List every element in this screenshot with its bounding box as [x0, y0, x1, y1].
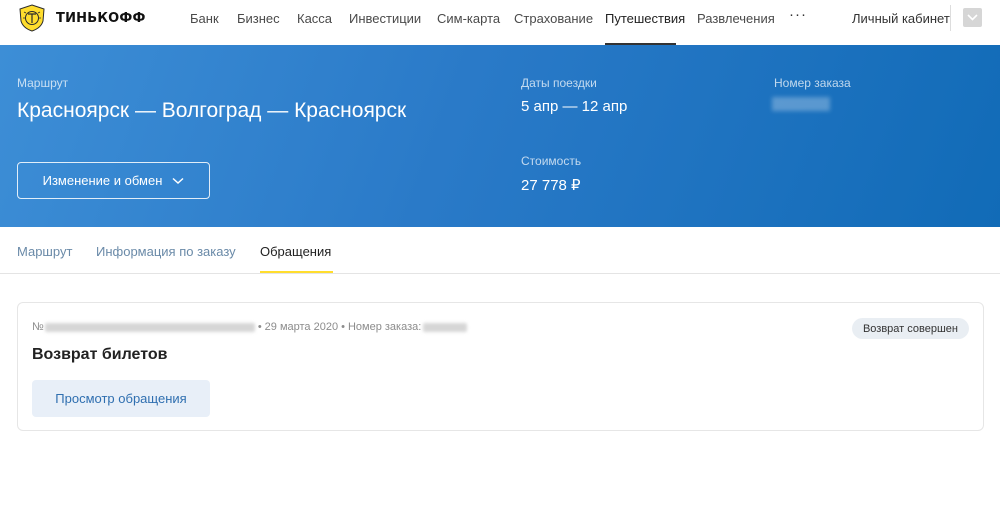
chevron-down-icon — [172, 177, 184, 184]
request-title: Возврат билетов — [32, 346, 168, 363]
cost-label: Стоимость — [521, 154, 582, 168]
logo-wordmark: ТИНЬКОФФ — [56, 10, 146, 26]
nav-item-bank[interactable]: Банк — [190, 11, 219, 26]
order-number-redacted — [772, 97, 830, 111]
trip-dates-label: Даты поездки — [521, 76, 597, 90]
tab-active-indicator — [260, 271, 333, 273]
request-date: 29 марта 2020 — [264, 321, 339, 333]
meta-separator: • — [341, 321, 345, 333]
request-number-redacted — [44, 322, 255, 332]
order-number-prefix: Номер заказа: — [347, 321, 422, 333]
status-badge: Возврат совершен — [851, 318, 969, 339]
nav-item-sim-card[interactable]: Сим-карта — [437, 11, 500, 26]
meta-separator: • — [257, 321, 262, 333]
chevron-down-icon — [967, 14, 978, 21]
cost-value: 27 778 ₽ — [521, 177, 581, 194]
request-card: № • 29 марта 2020 • Номер заказа: Возвра… — [17, 302, 984, 431]
nav-item-entertainment[interactable]: Развлечения — [697, 11, 775, 26]
top-navigation: ТИНЬКОФФ Банк Бизнес Касса Инвестиции Си… — [0, 0, 1000, 45]
order-number-redacted — [423, 322, 468, 332]
request-number-prefix: № — [32, 321, 44, 333]
request-meta: № • 29 марта 2020 • Номер заказа: — [32, 321, 468, 333]
nav-item-travel[interactable]: Путешествия — [605, 11, 685, 26]
trip-dates-value: 5 апр — 12 апр — [521, 98, 628, 115]
nav-item-business[interactable]: Бизнес — [237, 11, 280, 26]
nav-item-kassa[interactable]: Касса — [297, 11, 332, 26]
nav-item-investments[interactable]: Инвестиции — [349, 11, 421, 26]
order-tabs: Маршрут Информация по заказу Обращения — [0, 227, 1000, 274]
change-and-exchange-label: Изменение и обмен — [42, 173, 163, 188]
tab-order-info[interactable]: Информация по заказу — [96, 244, 236, 259]
tab-requests[interactable]: Обращения — [260, 244, 331, 259]
nav-item-insurance[interactable]: Страхование — [514, 11, 593, 26]
route-title: Красноярск — Волгоград — Красноярск — [17, 99, 407, 122]
tab-route[interactable]: Маршрут — [17, 244, 72, 259]
view-request-button[interactable]: Просмотр обращения — [32, 380, 210, 417]
nav-divider — [950, 5, 951, 31]
logo[interactable]: ТИНЬКОФФ — [17, 4, 146, 32]
nav-more-button[interactable]: ··· — [789, 6, 807, 23]
tinkoff-emblem-icon — [19, 4, 45, 32]
order-number-label: Номер заказа — [774, 76, 851, 90]
route-label: Маршрут — [17, 76, 69, 90]
change-and-exchange-button[interactable]: Изменение и обмен — [17, 162, 210, 199]
personal-cabinet-link[interactable]: Личный кабинет — [852, 11, 950, 26]
cabinet-dropdown-button[interactable] — [963, 8, 982, 27]
order-summary-banner: Маршрут Красноярск — Волгоград — Красноя… — [0, 45, 1000, 227]
